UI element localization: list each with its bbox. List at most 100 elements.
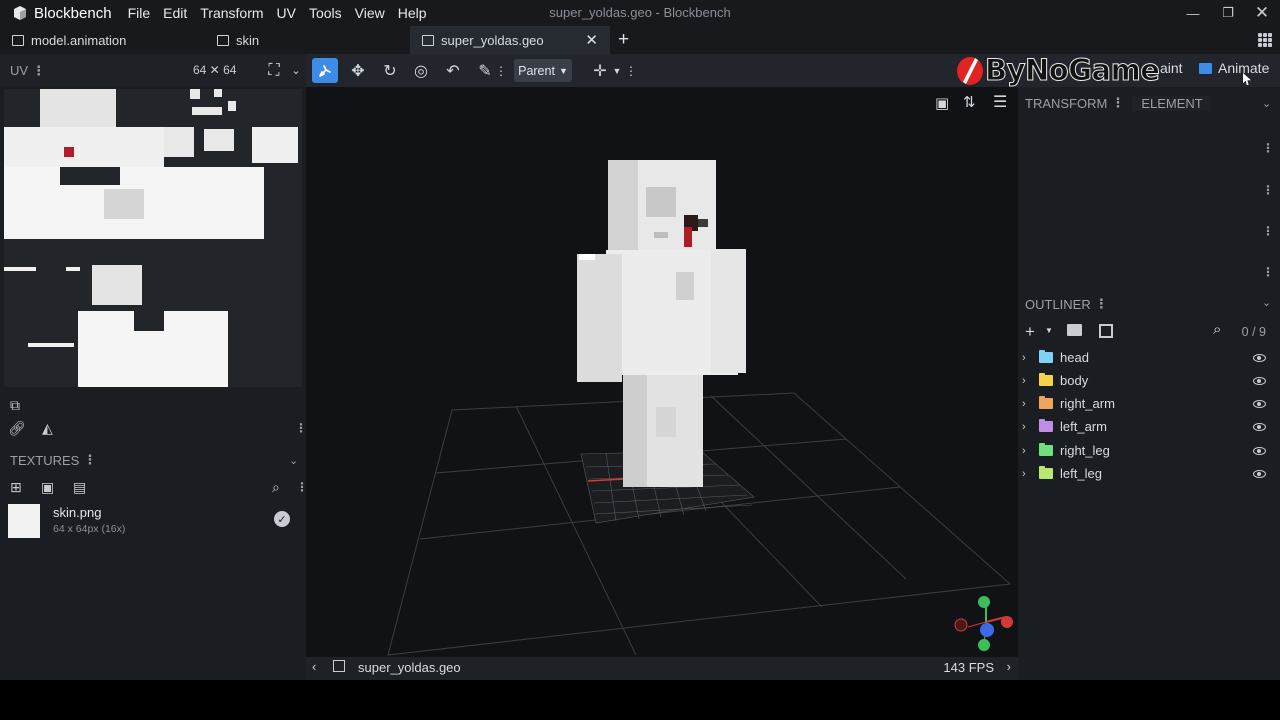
outliner-group-left-arm[interactable]: › left_arm xyxy=(1018,415,1280,438)
search-icon[interactable]: ⌕ xyxy=(272,479,280,496)
3d-viewport[interactable]: ▣ ⇅ ☰ xyxy=(306,87,1018,657)
window-title: super_yoldas.geo - Blockbench xyxy=(549,5,731,20)
chevron-right-icon[interactable]: › xyxy=(1022,352,1031,364)
texture-folder-icon[interactable]: ▤ xyxy=(73,479,86,496)
rotate-tool-button[interactable]: ↻ xyxy=(377,58,403,83)
folder-icon xyxy=(1039,396,1053,409)
visibility-eye-icon[interactable] xyxy=(1253,376,1266,385)
textures-menu-icon[interactable]: ⋮ xyxy=(83,452,96,468)
menu-view[interactable]: View xyxy=(355,5,385,21)
blockbench-logo-icon xyxy=(12,5,28,21)
chevron-right-icon[interactable]: › xyxy=(1022,421,1031,433)
folder-icon xyxy=(1039,443,1053,456)
outliner-group-left-leg[interactable]: › left_leg xyxy=(1018,462,1280,485)
screen-bottom-bar xyxy=(0,680,1280,720)
chevron-right-icon[interactable]: › xyxy=(1022,468,1031,480)
visibility-eye-icon[interactable] xyxy=(1253,353,1266,362)
character-model[interactable] xyxy=(577,160,746,487)
pivot-mode-select[interactable]: Parent ▼ xyxy=(514,59,572,82)
menu-transform[interactable]: Transform xyxy=(200,5,263,21)
outliner-group-right-arm[interactable]: › right_arm xyxy=(1018,392,1280,415)
uv-panel-header: UV ⋮ 64 ✕ 64 ⛶ ⌄ xyxy=(0,54,306,87)
transform-menu-icon[interactable]: ⋮ xyxy=(1111,95,1124,111)
mirror-icon[interactable]: ◭ xyxy=(42,420,53,437)
visibility-eye-icon[interactable] xyxy=(1253,422,1266,431)
close-window-icon[interactable]: ✕ xyxy=(1242,0,1280,26)
chevron-right-icon[interactable]: › xyxy=(1022,445,1031,457)
link-icon[interactable]: 🔗︎ xyxy=(8,420,26,437)
chevron-right-icon[interactable]: › xyxy=(1022,375,1031,387)
left-panel: ⧉ 🔗︎ ◭ ⋮ TEXTURES ⋮ ⌄ ⊞ ▣ ▤ ⌕ ⋮ skin.png… xyxy=(0,87,308,680)
close-tab-icon[interactable]: ✕ xyxy=(585,31,598,49)
move-tool-button[interactable] xyxy=(312,58,338,83)
group-name: body xyxy=(1060,373,1089,388)
group-name: right_arm xyxy=(1060,396,1115,411)
orientation-gizmo[interactable] xyxy=(954,596,1013,651)
panel-menu-icon[interactable]: ⋮ xyxy=(1262,183,1274,197)
menu-edit[interactable]: Edit xyxy=(163,5,187,21)
menu-tools[interactable]: Tools xyxy=(309,5,342,21)
textures-title: TEXTURES xyxy=(10,452,80,468)
minimize-icon[interactable]: — xyxy=(1173,0,1213,26)
outliner-group-body[interactable]: › body xyxy=(1018,369,1280,392)
tab-element[interactable]: ELEMENT xyxy=(1132,95,1211,111)
chevron-right-icon[interactable]: › xyxy=(1007,659,1011,674)
menu-file[interactable]: File xyxy=(128,5,151,21)
visibility-eye-icon[interactable] xyxy=(1253,446,1266,455)
translate-tool-button[interactable]: ✥ xyxy=(345,58,371,83)
new-tab-button[interactable]: + xyxy=(610,26,637,54)
outliner-group-head[interactable]: › head xyxy=(1018,346,1280,369)
image-icon xyxy=(217,34,229,46)
tab-label: model.animation xyxy=(31,32,127,48)
visibility-eye-icon[interactable] xyxy=(1253,469,1266,478)
import-texture-icon[interactable]: ⊞ xyxy=(10,479,22,496)
visibility-eye-icon[interactable] xyxy=(1253,399,1266,408)
collapse-icon[interactable]: ⌄ xyxy=(1262,296,1271,309)
group-name: head xyxy=(1060,350,1089,365)
vertex-snap-button[interactable]: ↶ xyxy=(440,58,466,83)
create-texture-icon[interactable]: ▣ xyxy=(41,479,54,496)
paint-mode-button[interactable]: aint xyxy=(1160,60,1183,76)
outliner-menu-icon[interactable]: ⋮ xyxy=(1095,296,1108,312)
add-cube-icon[interactable]: + xyxy=(1025,322,1035,342)
tab-model-animation[interactable]: model.animation xyxy=(0,26,205,54)
animate-mode-button[interactable]: Animate xyxy=(1199,60,1269,76)
panel-menu-icon[interactable]: ⋮ xyxy=(1262,265,1274,279)
model-file-icon xyxy=(422,34,434,46)
uv-editor-canvas[interactable] xyxy=(4,89,302,387)
tab-skin[interactable]: skin xyxy=(205,26,410,54)
tab-transform[interactable]: TRANSFORM xyxy=(1025,96,1107,111)
chevron-down-icon[interactable]: ⌄ xyxy=(283,58,309,83)
texture-item[interactable]: skin.png 64 x 64px (16x) ✓ xyxy=(0,501,306,541)
panel-menu-icon[interactable]: ⋮ xyxy=(1262,224,1274,238)
menu-uv[interactable]: UV xyxy=(277,5,296,21)
menu-help[interactable]: Help xyxy=(398,5,427,21)
tool-menu-icon[interactable]: ⋮ xyxy=(494,58,508,83)
apps-grid-icon[interactable] xyxy=(1258,33,1272,47)
tab-super-yoldas-geo[interactable]: super_yoldas.geo ✕ xyxy=(410,26,610,54)
fps-counter: 143 FPS xyxy=(943,660,994,675)
uv-menu-icon[interactable]: ⋮ xyxy=(32,63,45,79)
pivot-mode-label: Parent xyxy=(518,63,555,78)
folder-icon xyxy=(1039,419,1053,432)
add-group-icon[interactable] xyxy=(1067,324,1082,336)
chevron-left-icon[interactable]: ‹ xyxy=(312,659,316,674)
background-image-icon[interactable]: ▣ xyxy=(935,94,949,112)
viewport-status-bar: ‹ super_yoldas.geo 143 FPS › xyxy=(306,657,1018,680)
pivot-tool-button[interactable]: ◎ xyxy=(408,58,434,83)
collapse-icon[interactable]: ⌄ xyxy=(289,454,298,467)
copy-icon[interactable]: ⧉ xyxy=(10,397,20,414)
title-bar: Blockbench File Edit Transform UV Tools … xyxy=(0,0,1280,26)
collapse-all-icon[interactable] xyxy=(1099,324,1113,338)
uv-size[interactable]: 64 ✕ 64 xyxy=(193,63,236,77)
toolbar-menu-icon[interactable]: ⋮ xyxy=(624,58,638,83)
panel-menu-icon[interactable]: ⋮ xyxy=(1262,141,1274,155)
search-icon[interactable]: ⌕ xyxy=(1213,321,1221,338)
toolbar: UV ⋮ 64 ✕ 64 ⛶ ⌄ ✥ ↻ ◎ ↶ ✎ ⋮ Parent ▼ ✛ … xyxy=(0,54,1280,87)
view-settings-icon[interactable]: ⇅ xyxy=(963,93,976,111)
dropdown-arrow-icon[interactable]: ▼ xyxy=(1045,326,1053,335)
outliner-group-right-leg[interactable]: › right_leg xyxy=(1018,439,1280,462)
chevron-right-icon[interactable]: › xyxy=(1022,398,1031,410)
collapse-icon[interactable]: ⌄ xyxy=(1262,97,1271,110)
viewport-menu-icon[interactable]: ☰ xyxy=(993,92,1007,112)
